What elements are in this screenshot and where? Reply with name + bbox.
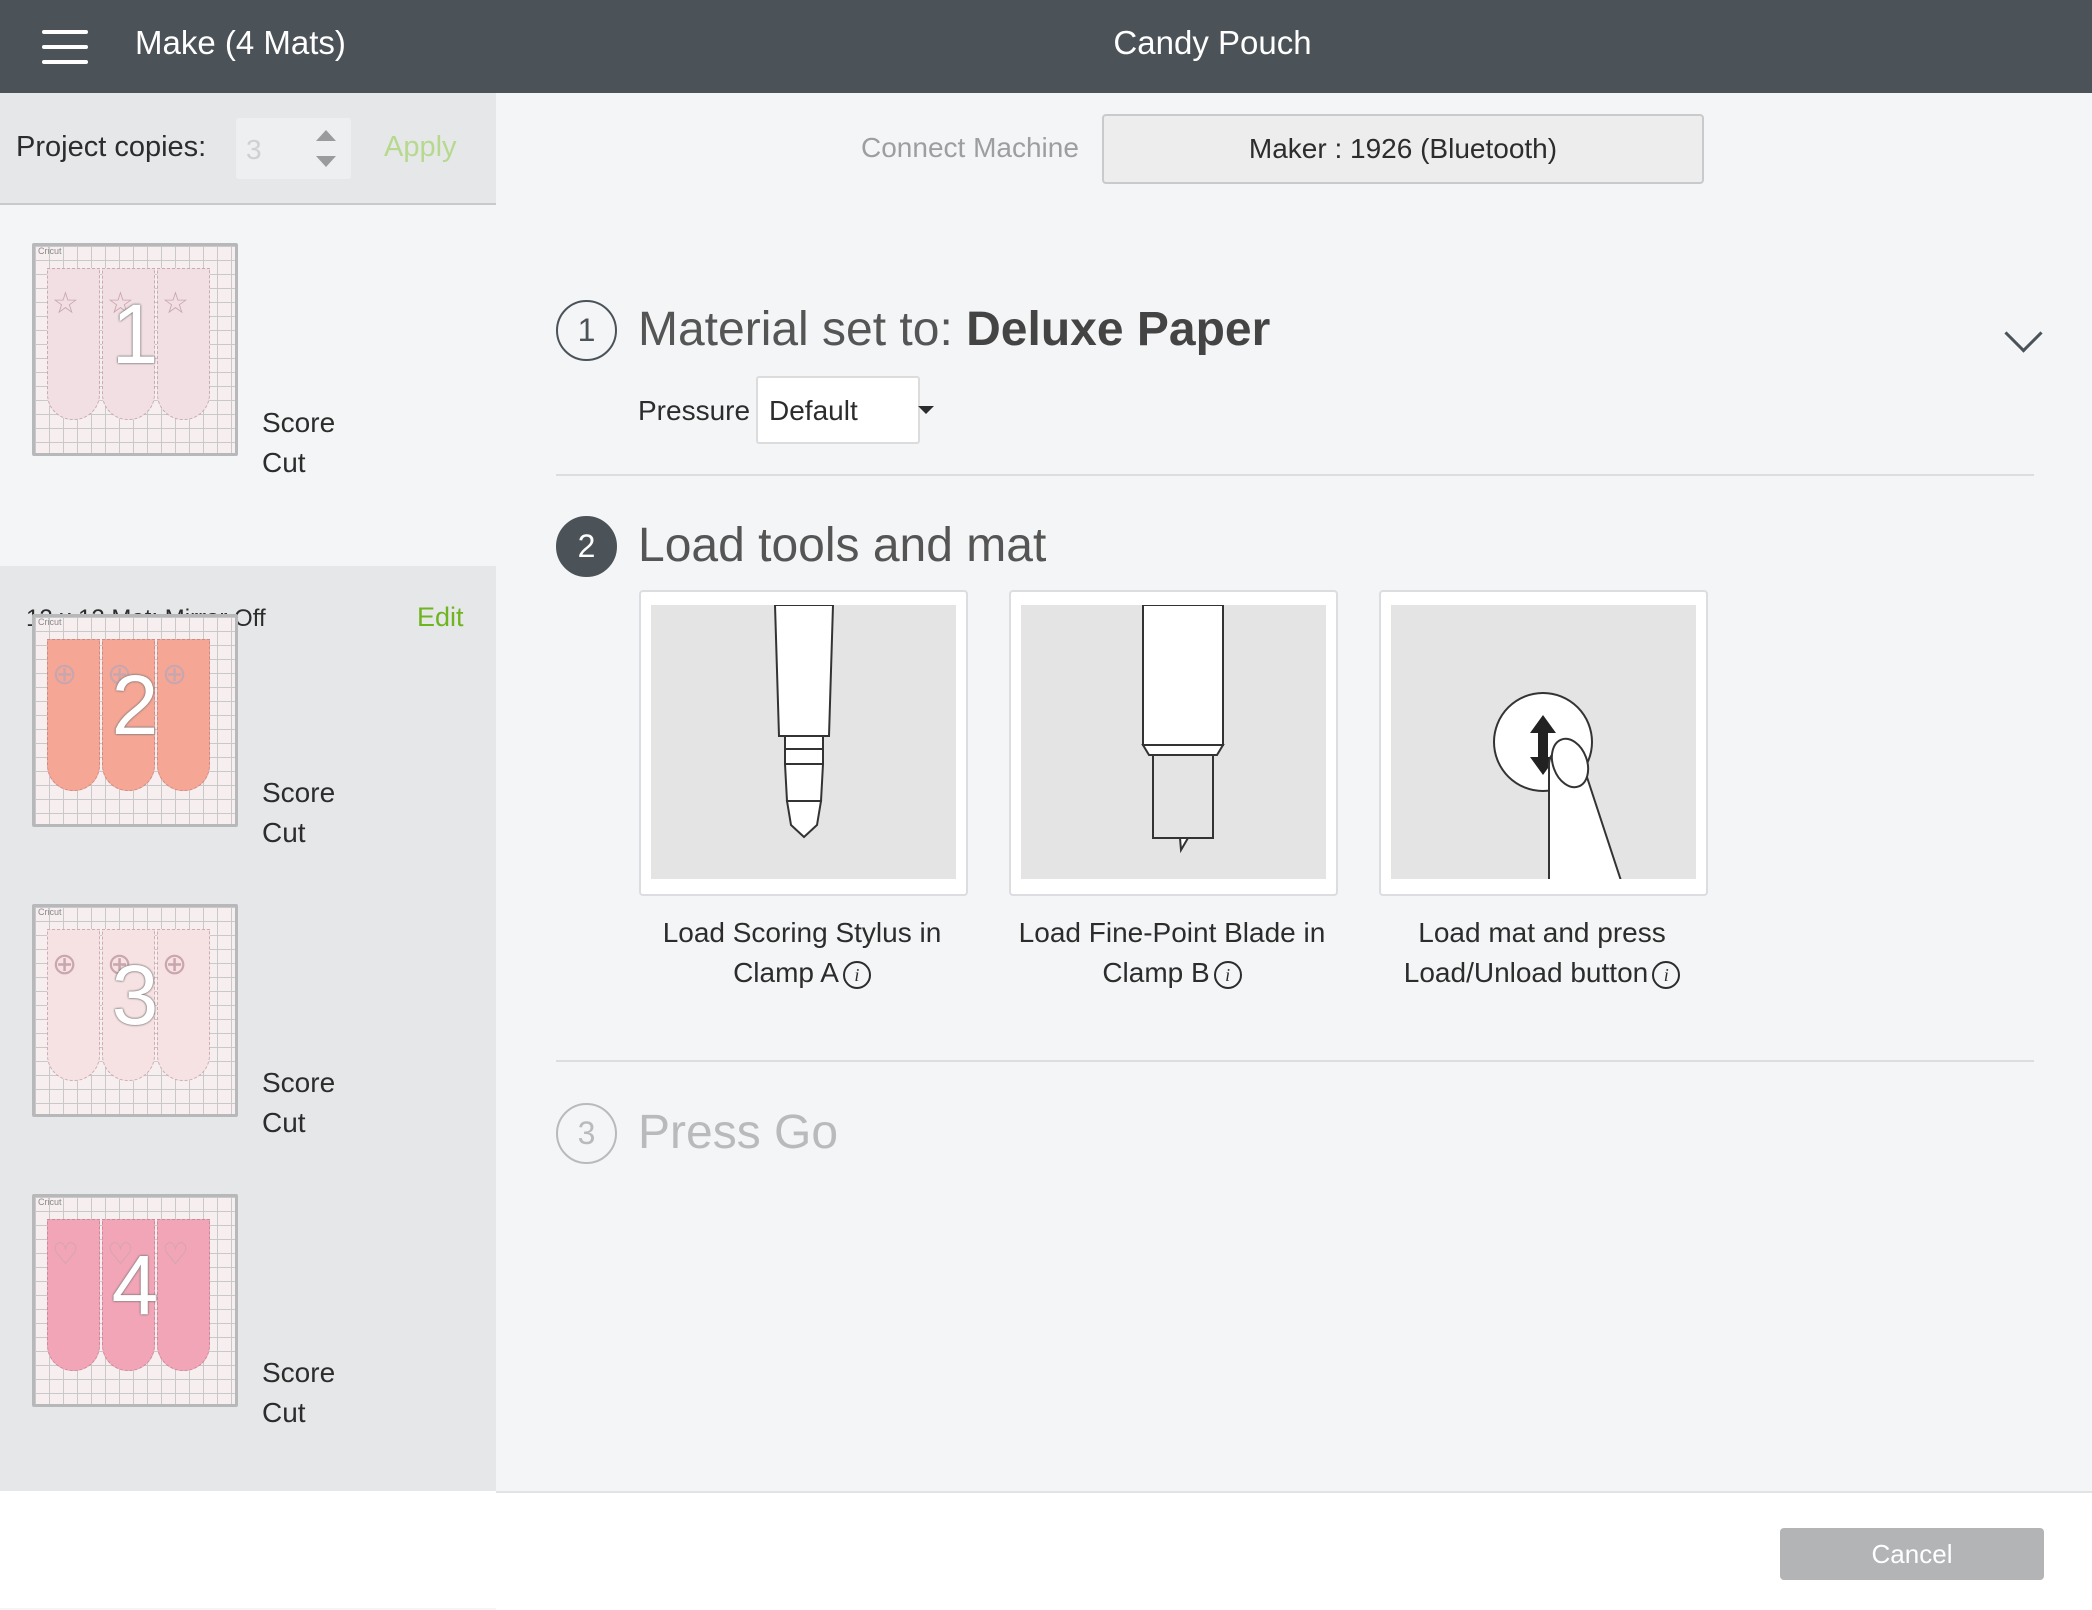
mat-thumbnail[interactable]: Cricut ⊕ ⊕ ⊕ 2 — [32, 614, 238, 827]
info-icon[interactable]: i — [1652, 960, 1681, 989]
project-copies-label: Project copies: — [16, 131, 207, 163]
project-title: Candy Pouch — [1113, 24, 1312, 61]
blade-icon — [1141, 605, 1225, 854]
brand-label: Cricut — [38, 617, 62, 627]
mat-number: 3 — [111, 948, 159, 1042]
caption-line: Load Fine-Point Blade in — [1018, 917, 1326, 948]
top-bar: Make (4 Mats) Candy Pouch — [0, 0, 2092, 93]
caption-line: Load Scoring Stylus in — [662, 917, 942, 948]
load-mat-illustration — [1391, 605, 1696, 879]
step-3-title: Press Go — [638, 1106, 839, 1159]
scoring-stylus-card — [639, 590, 968, 896]
sidebar-footer — [0, 1491, 496, 1608]
brand-label: Cricut — [38, 1197, 62, 1207]
brand-label: Cricut — [38, 907, 62, 917]
machine-select-button[interactable]: Maker : 1926 (Bluetooth) — [1102, 114, 1704, 184]
info-icon[interactable]: i — [842, 960, 871, 989]
mat-thumbnail[interactable]: Cricut ⊕ ⊕ ⊕ 3 — [32, 904, 238, 1117]
pressure-label: Pressure — [638, 395, 751, 426]
pressure-select[interactable]: Default — [756, 376, 934, 444]
score-label: Score — [262, 1067, 336, 1098]
material-prefix: Material set to: — [638, 303, 967, 356]
cut-label: Cut — [262, 1107, 306, 1138]
info-icon[interactable]: i — [1213, 960, 1242, 989]
caret-down-icon — [918, 406, 934, 414]
pressure-value: Default — [769, 395, 858, 426]
step-2-title: Load tools and mat — [638, 519, 1047, 572]
brand-label: Cricut — [38, 246, 62, 256]
decrement-arrow-icon[interactable] — [316, 156, 336, 167]
caption-line: Clamp Bi — [992, 953, 1352, 993]
caption-text: Clamp B — [1102, 957, 1210, 988]
step-1-title: Material set to: Deluxe Paper — [638, 302, 1270, 357]
mat-operations: Score Cut — [262, 1063, 335, 1143]
caption-text: Clamp A — [733, 957, 839, 988]
fine-point-blade-caption: Load Fine-Point Blade in Clamp Bi — [992, 913, 1352, 993]
increment-arrow-icon[interactable] — [316, 130, 336, 141]
fine-point-blade-illustration — [1021, 605, 1326, 879]
mat-number: 2 — [111, 658, 159, 752]
caption-line: Load/Unload button i — [1362, 953, 1722, 993]
cut-label: Cut — [262, 817, 306, 848]
project-copies-value[interactable]: 3 — [246, 134, 262, 166]
mat-item-4[interactable]: Cricut ♡ ♡ ♡ 4 Score Cut — [0, 1153, 496, 1443]
caption-line: Load mat and press — [1418, 917, 1666, 948]
cancel-button[interactable]: Cancel — [1780, 1528, 2044, 1580]
score-label: Score — [262, 777, 336, 808]
fine-point-blade-card — [1009, 590, 1338, 896]
apply-button[interactable]: Apply — [384, 131, 457, 164]
project-copies-stepper[interactable]: 3 — [236, 118, 351, 179]
caption-text: Load/Unload button — [1403, 957, 1649, 988]
cut-label: Cut — [262, 447, 306, 478]
mat-item-1[interactable]: Cricut ☆ ☆ ☆ 1 Score Cut 12 x 12 Mat; Mi… — [0, 205, 496, 632]
load-mat-caption: Load mat and press Load/Unload button i — [1362, 913, 1722, 993]
step-1-number: 1 — [556, 300, 617, 361]
divider — [556, 474, 2034, 476]
load-mat-card — [1379, 590, 1708, 896]
load-unload-button-icon — [1493, 692, 1622, 879]
mat-sidebar: Project copies: 3 Apply Cricut ☆ ☆ ☆ 1 S… — [0, 93, 496, 1491]
mat-thumbnail[interactable]: Cricut ♡ ♡ ♡ 4 — [32, 1194, 238, 1407]
caption-line: Clamp Ai — [622, 953, 982, 993]
connect-machine-label: Connect Machine — [861, 132, 1079, 163]
cut-label: Cut — [262, 1397, 306, 1428]
mat-operations: Score Cut — [262, 403, 335, 483]
scoring-stylus-caption: Load Scoring Stylus in Clamp Ai — [622, 913, 982, 993]
mat-item-2[interactable]: Cricut ⊕ ⊕ ⊕ 2 Score Cut — [0, 573, 496, 863]
score-label: Score — [262, 1357, 336, 1388]
stylus-icon — [773, 605, 835, 839]
divider — [556, 1060, 2034, 1062]
mat-operations: Score Cut — [262, 773, 335, 853]
chevron-down-icon[interactable] — [2004, 314, 2043, 353]
step-3-number: 3 — [556, 1103, 617, 1164]
mat-number: 4 — [111, 1238, 159, 1332]
scoring-stylus-illustration — [651, 605, 956, 879]
mat-number: 1 — [111, 287, 159, 381]
mat-thumbnail[interactable]: Cricut ☆ ☆ ☆ 1 — [32, 243, 238, 456]
step-2-number: 2 — [556, 516, 617, 577]
score-label: Score — [262, 407, 336, 438]
project-copies-bar: Project copies: 3 Apply — [0, 93, 496, 205]
mat-operations: Score Cut — [262, 1353, 335, 1433]
material-name: Deluxe Paper — [966, 303, 1271, 356]
mat-item-3[interactable]: Cricut ⊕ ⊕ ⊕ 3 Score Cut — [0, 863, 496, 1153]
